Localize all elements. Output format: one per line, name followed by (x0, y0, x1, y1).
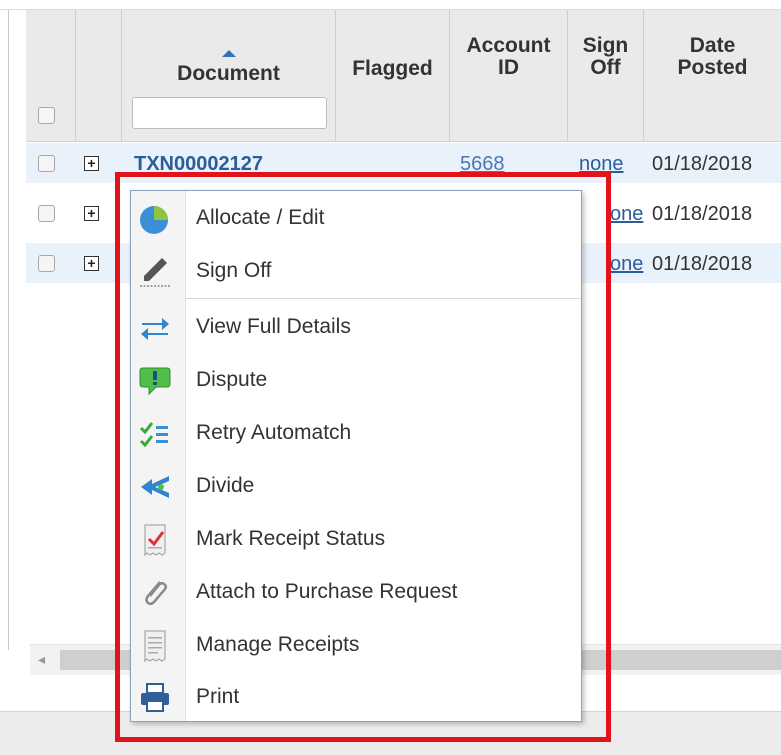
select-all-checkbox[interactable] (38, 107, 55, 124)
document-link[interactable]: TXN00002127 (134, 153, 263, 176)
header-date-posted[interactable]: Date Posted (644, 10, 781, 141)
sort-ascending-icon (221, 50, 236, 57)
menu-item-sign-off[interactable]: Sign Off (131, 245, 581, 297)
menu-item-label: Retry Automatch (196, 421, 352, 444)
menu-separator (185, 298, 581, 299)
swap-arrows-icon (141, 318, 169, 340)
menu-item-dispute[interactable]: Dispute (131, 354, 581, 406)
menu-item-label: Allocate / Edit (196, 206, 325, 229)
header-sign-off-line2: Off (590, 56, 621, 79)
menu-item-manage-receipts[interactable]: Manage Receipts (131, 619, 581, 671)
menu-item-allocate-edit[interactable]: Allocate / Edit (131, 192, 581, 244)
exclamation-bubble-icon (139, 367, 171, 396)
menu-item-view-full-details[interactable]: View Full Details (131, 301, 581, 353)
top-border (0, 0, 781, 10)
menu-item-label: Print (196, 685, 240, 708)
expand-row-icon[interactable]: + (84, 206, 99, 221)
menu-item-label: Divide (196, 474, 255, 497)
header-select-all-col (26, 10, 76, 141)
date-posted-cell: 01/18/2018 (652, 253, 753, 275)
table-row[interactable]: + TXN00002127 5668 none 01/18/2018 (26, 143, 781, 183)
sign-off-link[interactable]: none (579, 153, 624, 176)
header-document[interactable]: Document (122, 10, 336, 141)
menu-item-label: Manage Receipts (196, 633, 360, 656)
receipt-check-icon (144, 524, 166, 557)
date-posted-cell: 01/18/2018 (652, 153, 753, 175)
header-account-id-line2: ID (498, 56, 519, 79)
menu-item-attach-to-purchase-request[interactable]: Attach to Purchase Request (131, 566, 581, 618)
printer-icon (141, 683, 169, 712)
account-id-link[interactable]: 5668 (460, 153, 505, 176)
menu-item-label: Dispute (196, 368, 268, 391)
header-flagged-label: Flagged (352, 57, 433, 80)
header-expand-col (76, 10, 122, 141)
date-posted-cell: 01/18/2018 (652, 203, 753, 225)
menu-item-label: Sign Off (196, 259, 272, 282)
scroll-left-icon[interactable]: ◂ (38, 651, 45, 668)
receipt-icon (144, 630, 166, 663)
header-sign-off[interactable]: Sign Off (568, 10, 644, 141)
pen-icon (140, 258, 170, 287)
menu-item-divide[interactable]: Divide (131, 460, 581, 512)
row-checkbox[interactable] (38, 255, 55, 272)
menu-item-mark-receipt-status[interactable]: Mark Receipt Status (131, 513, 581, 565)
row-checkbox[interactable] (38, 205, 55, 222)
pie-chart-icon (140, 206, 168, 234)
header-sign-off-line1: Sign (582, 34, 629, 57)
menu-item-print[interactable]: Print (131, 671, 581, 723)
expand-row-icon[interactable]: + (84, 256, 99, 271)
checklist-icon (139, 422, 168, 448)
expand-row-icon[interactable]: + (84, 156, 99, 171)
menu-item-retry-automatch[interactable]: Retry Automatch (131, 407, 581, 459)
sign-off-link[interactable]: one (610, 253, 643, 276)
header-account-id-line1: Account (466, 34, 551, 57)
context-menu: Allocate / Edit Sign Off View Full Detai… (130, 190, 582, 722)
row-checkbox[interactable] (38, 155, 55, 172)
paperclip-icon (145, 581, 168, 606)
header-account-id[interactable]: Account ID (450, 10, 568, 141)
grid-header: Document Flagged Account ID Sign Off Dat… (26, 10, 781, 142)
header-date-posted-line1: Date (689, 34, 736, 57)
menu-item-label: Attach to Purchase Request (196, 580, 458, 603)
header-flagged[interactable]: Flagged (336, 10, 450, 141)
split-arrow-icon (141, 476, 169, 498)
document-filter-input[interactable] (132, 97, 327, 129)
header-date-posted-line2: Posted (677, 56, 748, 79)
left-panel-edge (0, 10, 9, 650)
menu-item-label: Mark Receipt Status (196, 527, 386, 550)
sign-off-link[interactable]: one (610, 203, 643, 226)
header-document-label: Document (177, 62, 280, 85)
menu-item-label: View Full Details (196, 315, 351, 338)
